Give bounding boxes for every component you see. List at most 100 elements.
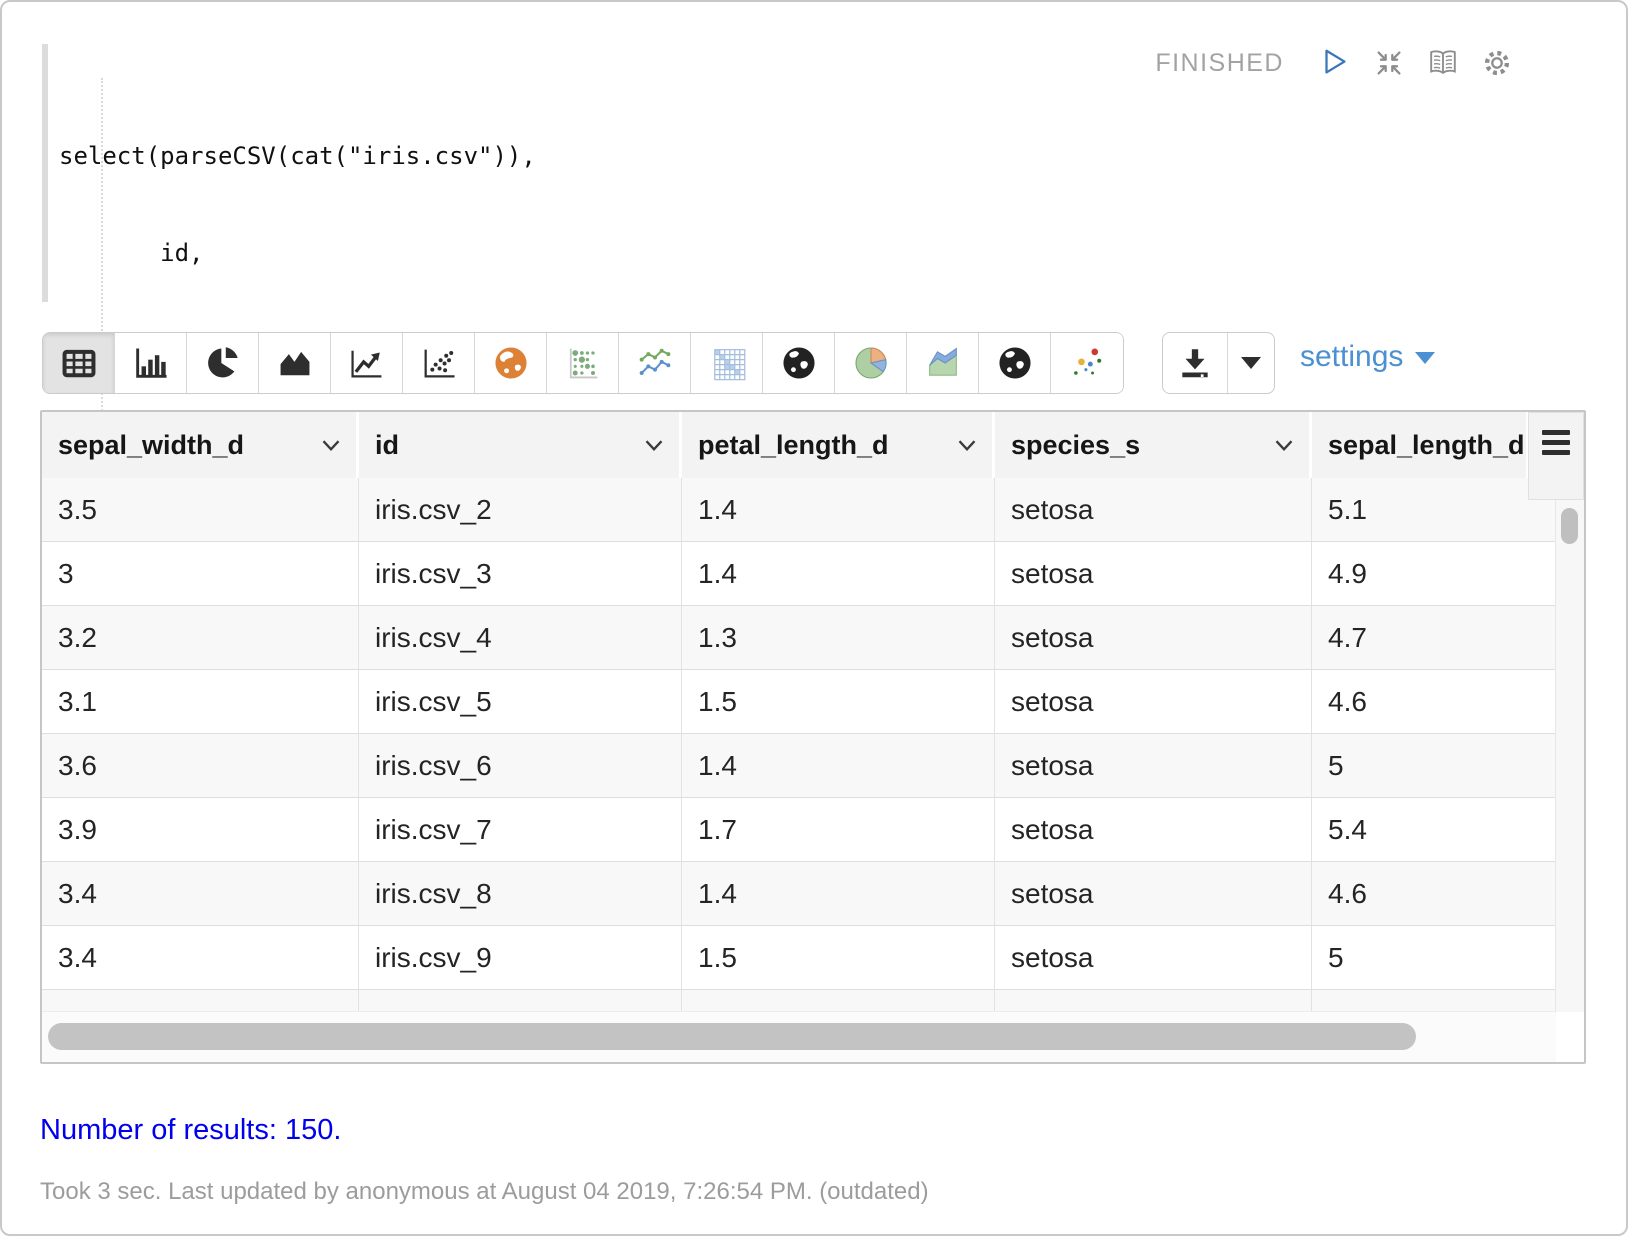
table-cell: 4.6 bbox=[1312, 670, 1556, 733]
viz-bar-chart-button[interactable] bbox=[115, 333, 187, 393]
table-row-partial bbox=[42, 990, 1556, 1012]
chevron-down-icon[interactable] bbox=[1273, 438, 1295, 453]
table-cell: setosa bbox=[995, 478, 1312, 541]
table-cell: iris.csv_3 bbox=[359, 542, 682, 605]
table-cell: 5 bbox=[1312, 734, 1556, 797]
multi-line-chart-icon bbox=[635, 343, 675, 383]
table-cell: 3.4 bbox=[42, 926, 359, 989]
table-cell: 3.6 bbox=[42, 734, 359, 797]
stream-area-icon bbox=[923, 343, 963, 383]
viz-area-chart-button[interactable] bbox=[259, 333, 331, 393]
viz-pie-chart-button[interactable] bbox=[187, 333, 259, 393]
zeppelin-paragraph: select(parseCSV(cat("iris.csv")), id, sp… bbox=[0, 0, 1628, 1236]
column-header-species[interactable]: species_s bbox=[995, 412, 1309, 478]
viz-globe-button[interactable] bbox=[763, 333, 835, 393]
table-cell: 1.4 bbox=[682, 478, 995, 541]
column-header-label: petal_length_d bbox=[698, 430, 889, 461]
table-cell: 1.5 bbox=[682, 670, 995, 733]
download-button-group bbox=[1162, 332, 1275, 394]
horizontal-scrollbar-thumb[interactable] bbox=[48, 1023, 1416, 1050]
download-button[interactable] bbox=[1163, 333, 1228, 393]
table-cell: setosa bbox=[995, 926, 1312, 989]
pie-chart-icon bbox=[203, 343, 243, 383]
vertical-scrollbar[interactable] bbox=[1555, 500, 1584, 1012]
table-cell: setosa bbox=[995, 862, 1312, 925]
column-header-petal-length[interactable]: petal_length_d bbox=[682, 412, 992, 478]
chevron-down-icon[interactable] bbox=[320, 438, 342, 453]
viz-line-chart-button[interactable] bbox=[331, 333, 403, 393]
table-cell: iris.csv_6 bbox=[359, 734, 682, 797]
play-icon[interactable] bbox=[1318, 46, 1352, 80]
table-cell: 5 bbox=[1312, 926, 1556, 989]
execution-note: Took 3 sec. Last updated by anonymous at… bbox=[40, 1178, 929, 1206]
viz-button-group bbox=[42, 332, 1124, 394]
table-cell: setosa bbox=[995, 798, 1312, 861]
viz-scatter-chart-button[interactable] bbox=[403, 333, 475, 393]
viz-table-button[interactable] bbox=[43, 333, 115, 393]
viz-multi-line-button[interactable] bbox=[619, 333, 691, 393]
caret-down-icon bbox=[1415, 352, 1435, 374]
viz-heatmap-button[interactable] bbox=[691, 333, 763, 393]
viz-globe2-button[interactable] bbox=[979, 333, 1051, 393]
table-cell bbox=[682, 990, 995, 1012]
viz-scatter-colored-button[interactable] bbox=[1051, 333, 1123, 393]
chevron-down-icon[interactable] bbox=[956, 438, 978, 453]
bubble-chart-icon bbox=[563, 343, 603, 383]
paragraph-controls: FINISHED bbox=[1155, 46, 1514, 80]
column-header-label: id bbox=[375, 430, 399, 461]
table-row: 3.1iris.csv_51.5setosa4.6 bbox=[42, 670, 1556, 734]
scatter-colored-icon bbox=[1067, 343, 1107, 383]
settings-label: settings bbox=[1300, 340, 1403, 374]
table-cell: 4.9 bbox=[1312, 542, 1556, 605]
table-cell: iris.csv_9 bbox=[359, 926, 682, 989]
table-cell: 3.4 bbox=[42, 862, 359, 925]
table-cell: 5.1 bbox=[1312, 478, 1556, 541]
vertical-scrollbar-thumb[interactable] bbox=[1561, 508, 1578, 544]
settings-link[interactable]: settings bbox=[1300, 340, 1435, 374]
column-header-id[interactable]: id bbox=[359, 412, 679, 478]
table-cell: setosa bbox=[995, 734, 1312, 797]
gear-icon[interactable] bbox=[1480, 46, 1514, 80]
viz-stream-area-button[interactable] bbox=[907, 333, 979, 393]
table-row: 3.9iris.csv_71.7setosa5.4 bbox=[42, 798, 1556, 862]
book-icon[interactable] bbox=[1426, 46, 1460, 80]
map-globe-orange-icon bbox=[491, 343, 531, 383]
scatter-chart-icon bbox=[419, 343, 459, 383]
table-cell: iris.csv_8 bbox=[359, 862, 682, 925]
viz-pie-pastel-button[interactable] bbox=[835, 333, 907, 393]
column-header-label: species_s bbox=[1011, 430, 1140, 461]
viz-map-orange-button[interactable] bbox=[475, 333, 547, 393]
table-cell: setosa bbox=[995, 606, 1312, 669]
chevron-down-icon[interactable] bbox=[643, 438, 665, 453]
results-count: Number of results: 150. bbox=[40, 1114, 341, 1147]
result-table: sepal_width_d id petal_length_d species_… bbox=[40, 410, 1586, 1064]
grid-menu-button[interactable] bbox=[1528, 412, 1584, 500]
table-cell: 3.5 bbox=[42, 478, 359, 541]
table-cell: 5.4 bbox=[1312, 798, 1556, 861]
hamburger-icon bbox=[1542, 440, 1570, 445]
table-cell: iris.csv_7 bbox=[359, 798, 682, 861]
download-options-button[interactable] bbox=[1228, 333, 1274, 393]
table-cell: 1.4 bbox=[682, 734, 995, 797]
hamburger-icon bbox=[1542, 450, 1570, 455]
table-cell: 3 bbox=[42, 542, 359, 605]
hamburger-icon bbox=[1542, 430, 1570, 435]
table-cell: iris.csv_4 bbox=[359, 606, 682, 669]
viz-bubble-chart-button[interactable] bbox=[547, 333, 619, 393]
collapse-icon[interactable] bbox=[1372, 46, 1406, 80]
table-row: 3.4iris.csv_81.4setosa4.6 bbox=[42, 862, 1556, 926]
column-header-sepal-length[interactable]: sepal_length_d bbox=[1312, 412, 1526, 478]
pie-pastel-icon bbox=[851, 343, 891, 383]
area-chart-icon bbox=[275, 343, 315, 383]
caret-down-icon bbox=[1241, 357, 1261, 379]
table-cell: 1.3 bbox=[682, 606, 995, 669]
globe2-icon bbox=[995, 343, 1035, 383]
table-cell: setosa bbox=[995, 542, 1312, 605]
line-chart-icon bbox=[347, 343, 387, 383]
bar-chart-icon bbox=[131, 343, 171, 383]
column-header-sepal-width[interactable]: sepal_width_d bbox=[42, 412, 356, 478]
horizontal-scrollbar[interactable] bbox=[42, 1011, 1556, 1062]
table-cell bbox=[42, 990, 359, 1012]
table-header: sepal_width_d id petal_length_d species_… bbox=[42, 412, 1584, 478]
status-badge: FINISHED bbox=[1155, 49, 1284, 78]
